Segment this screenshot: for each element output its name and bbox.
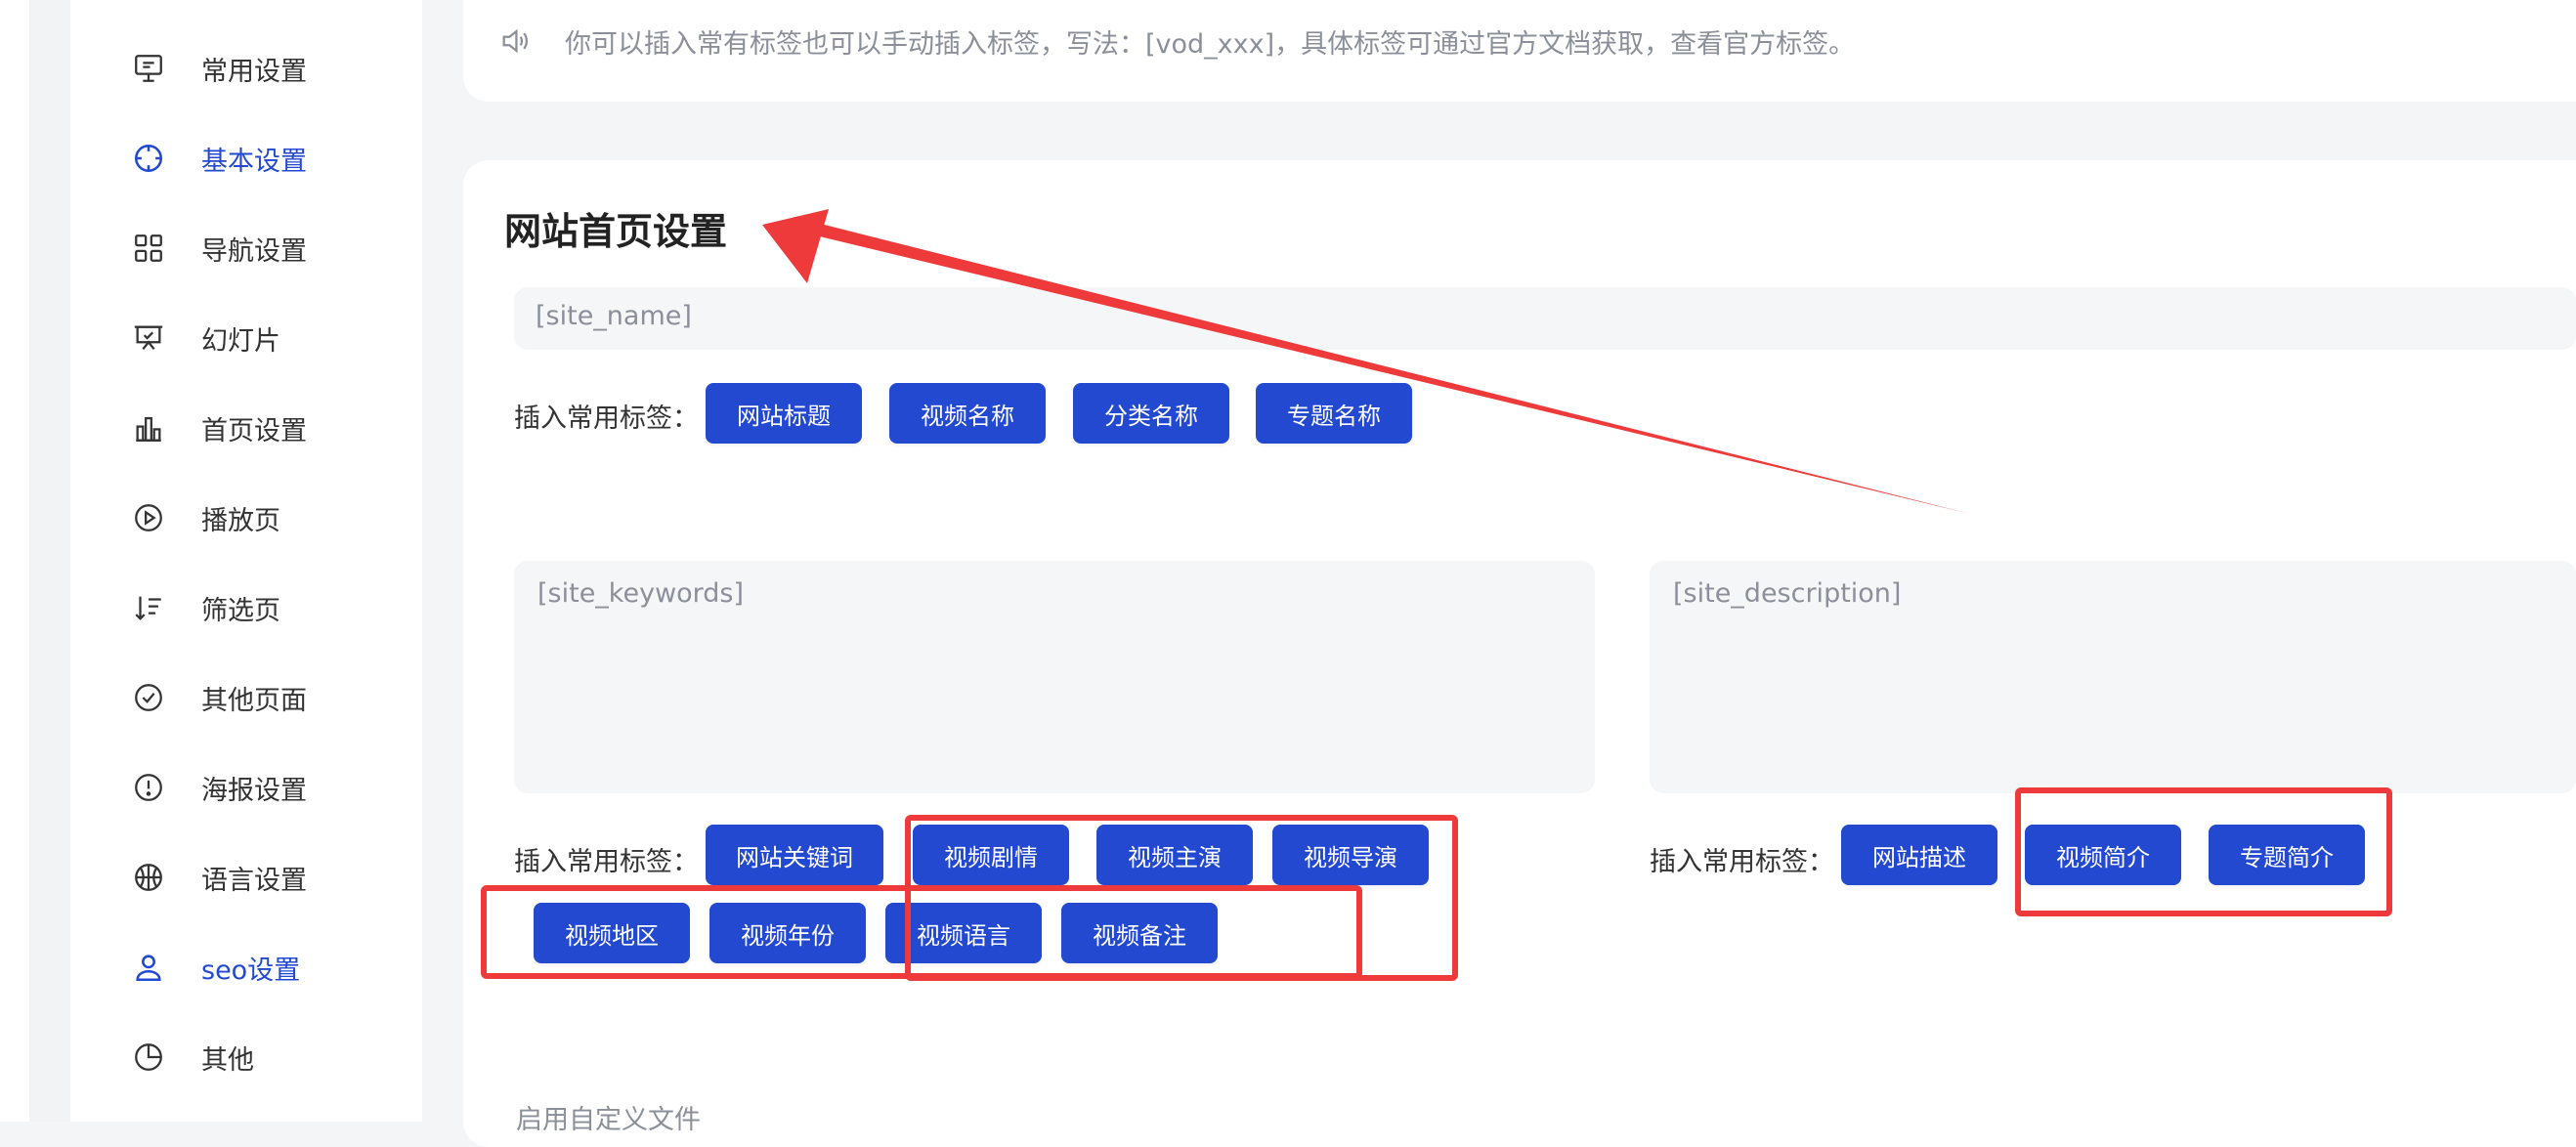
pie-chart-icon	[129, 1038, 168, 1077]
tag-video-intro-button[interactable]: 视频简介	[2025, 825, 2181, 885]
tag-video-remark-button[interactable]: 视频备注	[1061, 903, 1218, 963]
sidebar-item-common-settings[interactable]: 常用设置	[129, 39, 307, 98]
insert-tags-label: 插入常用标签：	[514, 403, 699, 434]
sidebar-item-other-pages[interactable]: 其他页面	[129, 668, 307, 727]
sidebar-item-label: 语言设置	[201, 865, 307, 896]
check-circle-icon	[129, 678, 168, 717]
sidebar-item-label: 其他	[201, 1044, 254, 1076]
tag-site-description-button[interactable]: 网站描述	[1841, 825, 1997, 885]
sidebar-item-poster-settings[interactable]: 海报设置	[129, 758, 307, 817]
site-description-textarea[interactable]: [site_description]	[1650, 561, 2576, 793]
target-crosshair-icon	[129, 139, 168, 178]
sidebar-item-label: 播放页	[201, 505, 280, 536]
sidebar-item-play-page[interactable]: 播放页	[129, 489, 280, 547]
tag-video-plot-button[interactable]: 视频剧情	[913, 825, 1069, 885]
description-insert-label: 插入常用标签：	[1650, 846, 1834, 877]
sidebar-item-nav-settings[interactable]: 导航设置	[129, 219, 307, 277]
sidebar-item-slideshow[interactable]: 幻灯片	[129, 309, 280, 367]
tag-video-name-button[interactable]: 视频名称	[889, 383, 1046, 444]
section-title: 网站首页设置	[504, 210, 728, 253]
sidebar-item-label: 其他页面	[201, 685, 307, 716]
bar-chart-icon	[129, 408, 168, 447]
sidebar-item-language-settings[interactable]: 语言设置	[129, 848, 307, 907]
sidebar-item-label: 导航设置	[201, 235, 307, 267]
site-keywords-textarea[interactable]: [site_keywords]	[514, 561, 1595, 793]
sidebar-item-other[interactable]: 其他	[129, 1028, 254, 1086]
site-keywords-placeholder: [site_keywords]	[537, 578, 745, 609]
sidebar-item-filter-page[interactable]: 筛选页	[129, 578, 280, 637]
sidebar-item-home-settings[interactable]: 首页设置	[129, 399, 307, 457]
tag-topic-intro-button[interactable]: 专题简介	[2209, 825, 2365, 885]
speaker-icon	[498, 21, 537, 61]
notice-bar: 你可以插入常有标签也可以手动插入标签，写法：[vod_xxx]，具体标签可通过官…	[498, 18, 1855, 64]
sidebar-item-label: 幻灯片	[201, 325, 280, 357]
sidebar-item-label: 海报设置	[201, 775, 307, 806]
grid-icon	[129, 229, 168, 268]
sort-filter-icon	[129, 588, 168, 627]
window-gap	[29, 0, 70, 1122]
custom-file-label: 启用自定义文件	[516, 1105, 701, 1135]
sidebar-item-basic-settings[interactable]: 基本设置	[129, 129, 307, 188]
sidebar-item-label: 筛选页	[201, 595, 280, 626]
tag-video-language-button[interactable]: 视频语言	[885, 903, 1042, 963]
sidebar-item-label: seo设置	[201, 955, 301, 986]
sidebar-item-seo-settings[interactable]: seo设置	[129, 938, 300, 997]
presentation-icon	[129, 319, 168, 358]
tag-video-director-button[interactable]: 视频导演	[1272, 825, 1429, 885]
sidebar-item-label: 基本设置	[201, 146, 307, 177]
sidebar-item-label: 常用设置	[201, 56, 307, 87]
site-name-input[interactable]: [site_name]	[514, 287, 2576, 350]
tag-site-keywords-button[interactable]: 网站关键词	[706, 825, 883, 885]
tag-category-name-button[interactable]: 分类名称	[1073, 383, 1229, 444]
tag-video-year-button[interactable]: 视频年份	[709, 903, 866, 963]
sidebar-item-label: 首页设置	[201, 415, 307, 446]
alert-circle-icon	[129, 768, 168, 807]
site-description-placeholder: [site_description]	[1673, 578, 1902, 609]
tag-topic-name-button[interactable]: 专题名称	[1256, 383, 1412, 444]
user-icon	[129, 948, 168, 987]
keywords-insert-label: 插入常用标签：	[514, 846, 699, 877]
sidebar: 常用设置 基本设置 导航设置 幻灯片 首页设置 播放页 筛选页 其他页面 海报设…	[70, 0, 422, 1122]
play-circle-icon	[129, 498, 168, 537]
globe-ball-icon	[129, 858, 168, 897]
window-left-edge	[0, 0, 29, 1122]
tag-video-actors-button[interactable]: 视频主演	[1096, 825, 1253, 885]
tag-video-region-button[interactable]: 视频地区	[534, 903, 690, 963]
notice-text: 你可以插入常有标签也可以手动插入标签，写法：[vod_xxx]，具体标签可通过官…	[565, 28, 1856, 60]
tag-site-title-button[interactable]: 网站标题	[706, 383, 862, 444]
site-name-placeholder: [site_name]	[536, 301, 692, 331]
monitor-settings-icon	[129, 49, 168, 88]
